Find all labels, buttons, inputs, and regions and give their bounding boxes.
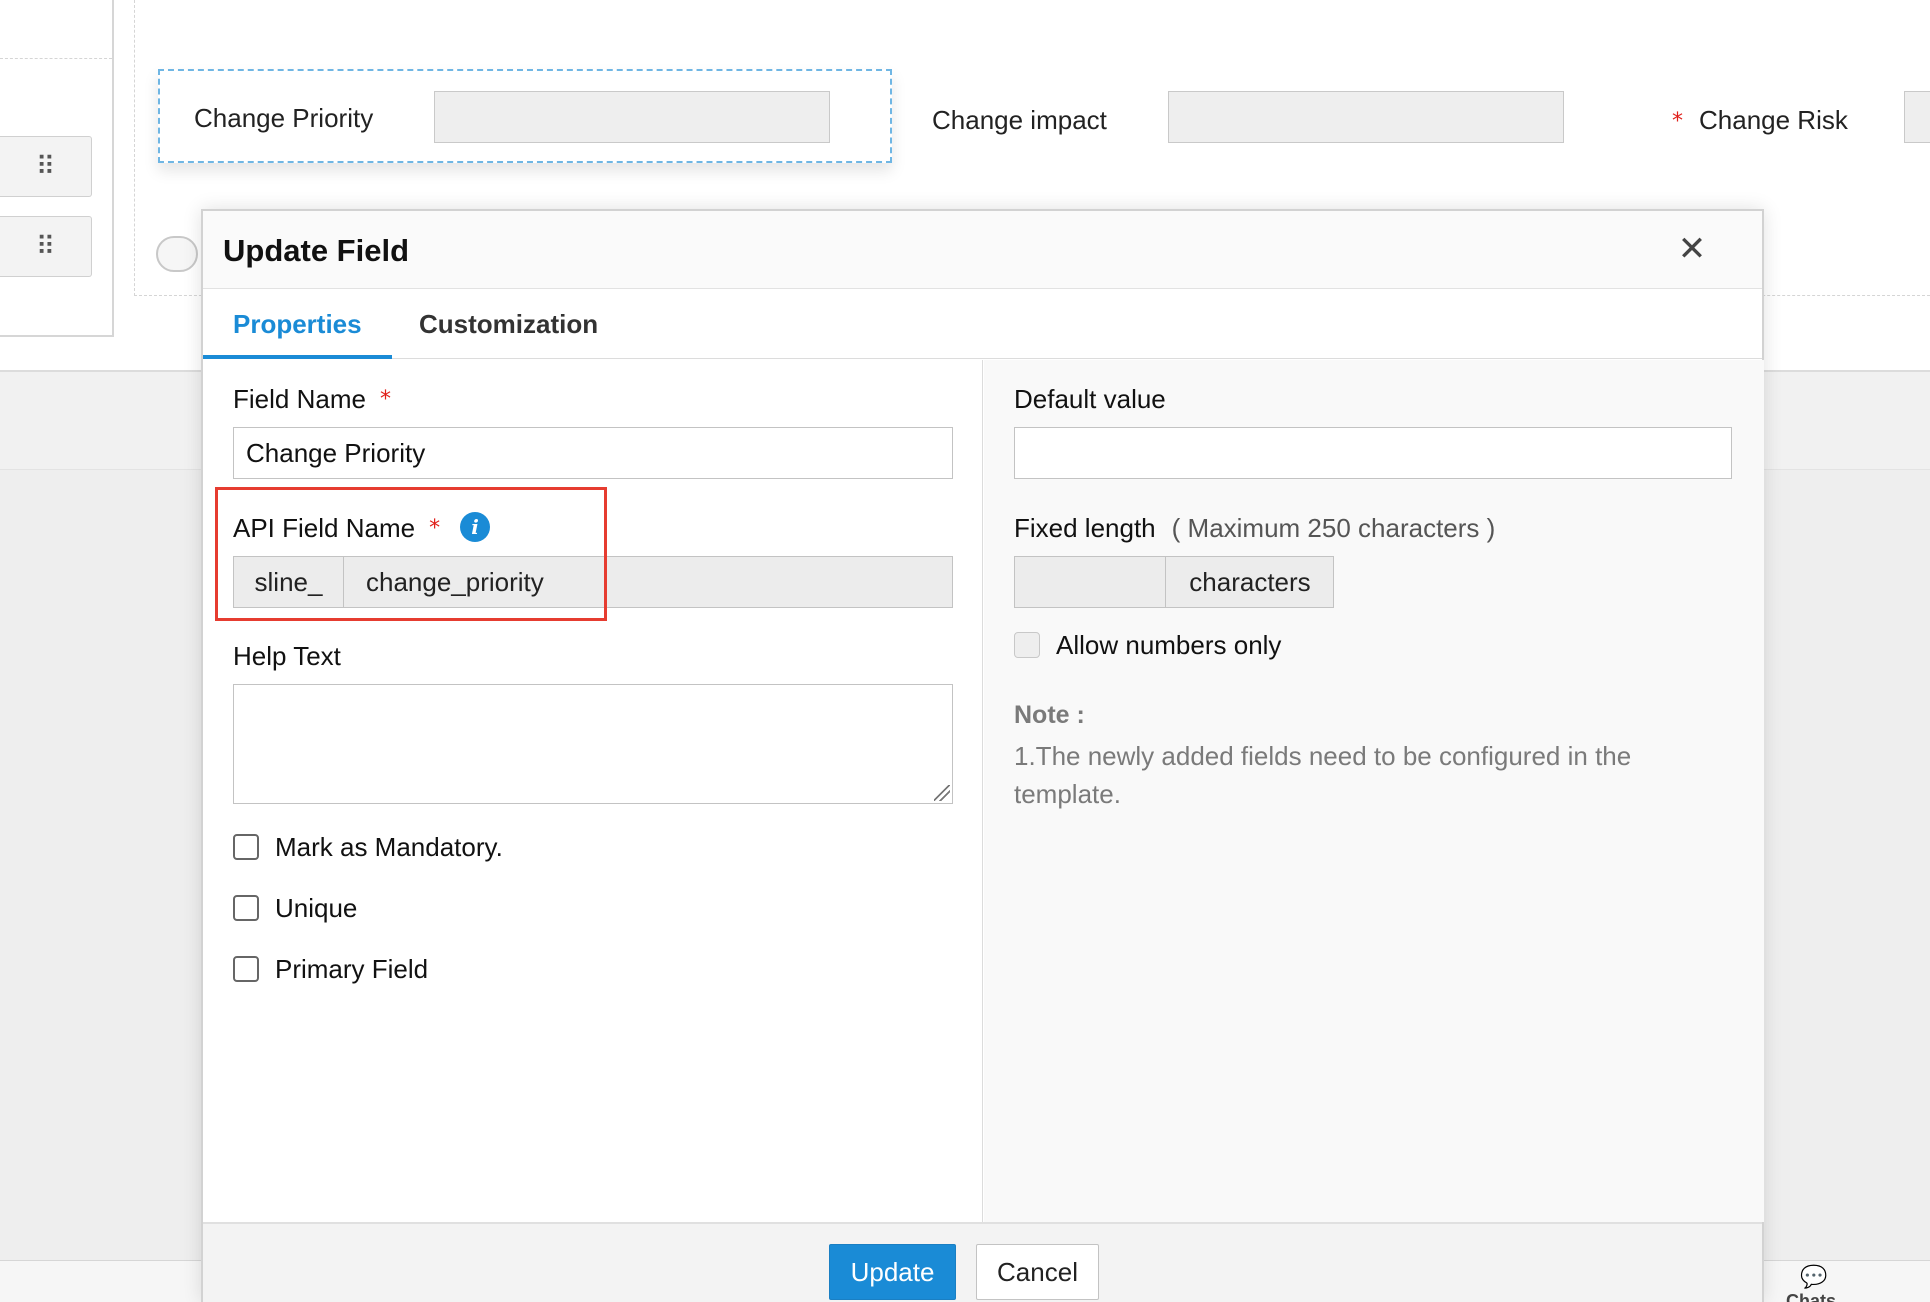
- default-value-input[interactable]: [1014, 427, 1732, 479]
- dialog-header: Update Field ✕: [203, 211, 1762, 289]
- drag-dots-icon: ⠿: [35, 231, 56, 262]
- note-title: Note :: [1014, 701, 1085, 729]
- field-input-preview: [434, 91, 830, 143]
- tab-bar: Properties Customization: [203, 289, 1762, 359]
- info-icon[interactable]: i: [460, 512, 491, 543]
- tab-customization[interactable]: Customization: [389, 289, 628, 359]
- tab-properties[interactable]: Properties: [203, 289, 392, 359]
- api-field-name-group: sline_ change_priority: [233, 556, 953, 608]
- update-button[interactable]: Update: [829, 1244, 956, 1300]
- checkbox-unique[interactable]: Unique: [233, 891, 357, 925]
- fixed-length-label: Fixed length( Maximum 250 characters ): [1014, 513, 1496, 543]
- checkbox-label: Primary Field: [275, 953, 429, 984]
- checkbox-label: Unique: [275, 892, 358, 923]
- note-text: 1.The newly added fields need to be conf…: [1014, 741, 1632, 809]
- fixed-length-hint: ( Maximum 250 characters ): [1171, 513, 1496, 543]
- api-field-name-label: API Field Name * i: [233, 512, 491, 545]
- checkbox[interactable]: [233, 956, 259, 982]
- checkbox[interactable]: [233, 895, 259, 921]
- drag-handle[interactable]: ⠿: [0, 216, 92, 277]
- checkbox-label: Mark as Mandatory.: [275, 831, 503, 862]
- close-icon[interactable]: ✕: [1672, 229, 1712, 269]
- properties-left-column: Field Name* API Field Name*i sline_ chan…: [203, 360, 983, 1222]
- fixed-length-input[interactable]: [1015, 557, 1166, 607]
- toggle-switch[interactable]: [156, 236, 198, 272]
- fixed-length-group: characters: [1014, 556, 1334, 608]
- api-field-name-value: change_priority: [366, 567, 544, 597]
- field-name-input[interactable]: [233, 427, 953, 479]
- field-input-preview: [1904, 91, 1930, 143]
- help-text-input[interactable]: [233, 684, 953, 804]
- field-input-preview: [1168, 91, 1564, 143]
- required-star: *: [1672, 109, 1683, 134]
- divider: [0, 58, 112, 59]
- update-field-dialog: Update Field ✕ Properties Customization …: [201, 209, 1764, 1302]
- fixed-length-suffix: characters: [1189, 567, 1311, 597]
- drag-dots-icon: ⠿: [35, 151, 56, 182]
- checkbox[interactable]: [1014, 632, 1040, 658]
- required-star: *: [429, 516, 441, 541]
- checkbox-mark-as-mandatory[interactable]: Mark as Mandatory.: [233, 830, 503, 864]
- checkbox-label: Allow numbers only: [1056, 629, 1282, 660]
- chat-bubbles-icon[interactable]: 💬: [1796, 1267, 1832, 1289]
- dialog-title: Update Field: [223, 233, 410, 268]
- checkbox[interactable]: [233, 834, 259, 860]
- chats-label[interactable]: Chats: [1786, 1291, 1836, 1302]
- help-text-label: Help Text: [233, 641, 341, 671]
- default-value-label: Default value: [1014, 384, 1166, 414]
- api-prefix: sline_: [234, 557, 344, 607]
- selected-field-card[interactable]: Change Priority: [158, 69, 892, 163]
- cancel-button[interactable]: Cancel: [976, 1244, 1099, 1300]
- checkbox-allow-numbers-only[interactable]: Allow numbers only: [1014, 628, 1281, 662]
- properties-right-column: Default value Fixed length( Maximum 250 …: [984, 360, 1764, 1222]
- field-name-label: Field Name *: [233, 384, 391, 414]
- required-star: *: [379, 387, 391, 412]
- field-label: Change Risk: [1699, 105, 1848, 135]
- dialog-footer: Update Cancel: [203, 1222, 1762, 1302]
- drag-handle[interactable]: ⠿: [0, 136, 92, 197]
- field-label: Change Priority: [194, 103, 374, 133]
- checkbox-primary-field[interactable]: Primary Field: [233, 952, 428, 986]
- field-label: Change impact: [932, 105, 1107, 135]
